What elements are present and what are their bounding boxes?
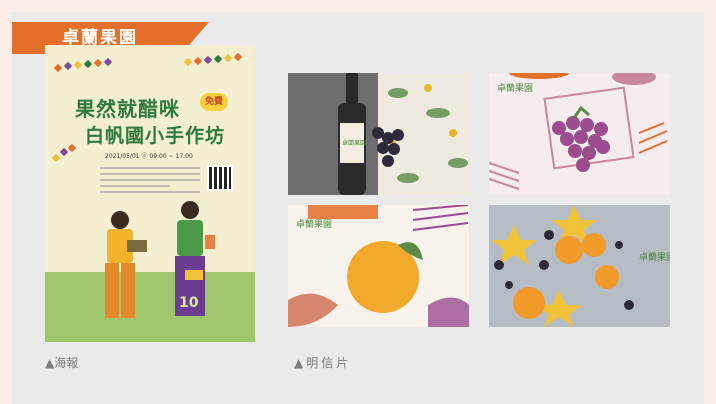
poster-illustration: 10 bbox=[105, 201, 215, 318]
caption-poster: ▲海報 bbox=[45, 356, 79, 370]
postcard-orange: 卓蘭果園 bbox=[288, 205, 469, 327]
bottle-label: 卓蘭果園 bbox=[342, 139, 366, 147]
postcard-logo-2: 卓蘭果園 bbox=[296, 218, 332, 230]
postcard-logo-3: 卓蘭果園 bbox=[639, 251, 670, 263]
postcard-grapes: 卓蘭果園 bbox=[489, 73, 670, 195]
postcard-wine: 卓蘭果園 bbox=[288, 73, 469, 195]
postcard-oranges: 卓蘭果園 bbox=[489, 205, 670, 327]
poster-image: 果然就醋咪 免費 白帆國小手作坊 2021/05/01 ⓔ 09:00 ~ 17… bbox=[45, 45, 255, 342]
shirt-number: 10 bbox=[179, 295, 199, 311]
postcard-logo: 卓蘭果園 bbox=[497, 82, 533, 94]
caption-postcard: ▲明信片 bbox=[294, 356, 352, 370]
